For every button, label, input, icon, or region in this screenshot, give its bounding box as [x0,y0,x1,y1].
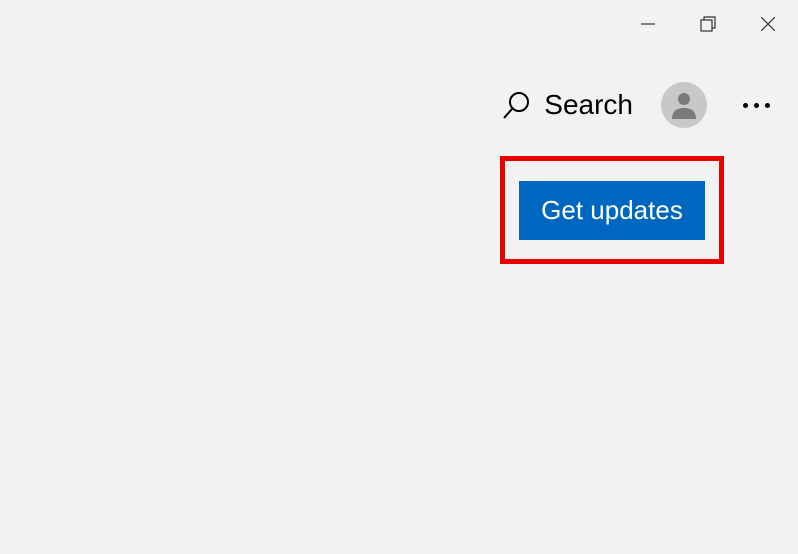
get-updates-button[interactable]: Get updates [519,181,705,240]
dot-icon [765,103,770,108]
restore-button[interactable] [678,0,738,48]
dot-icon [743,103,748,108]
minimize-button[interactable] [618,0,678,48]
person-icon [667,88,701,122]
search-icon [502,90,532,120]
search-label: Search [544,89,633,121]
minimize-icon [641,17,655,31]
highlight-annotation: Get updates [500,156,724,264]
restore-icon [700,16,716,32]
search-button[interactable]: Search [502,89,633,121]
window-titlebar [618,0,798,48]
more-button[interactable] [735,95,778,116]
close-icon [761,17,775,31]
app-toolbar: Search [502,82,778,128]
profile-button[interactable] [661,82,707,128]
dot-icon [754,103,759,108]
close-button[interactable] [738,0,798,48]
